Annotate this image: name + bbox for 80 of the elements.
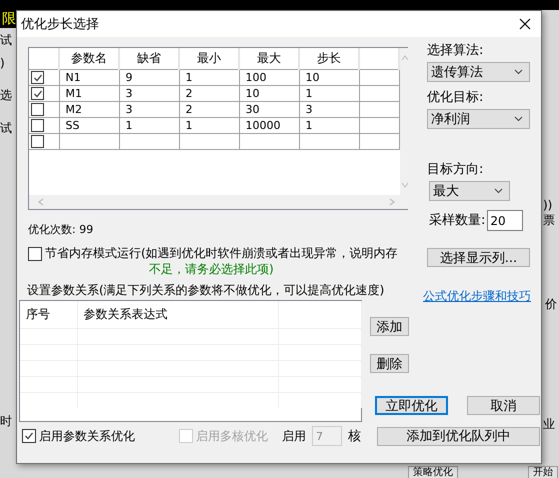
optimize-button[interactable]: 立即优化 (375, 396, 448, 415)
caret-icon (514, 69, 523, 75)
table-cell: M2 (59, 102, 119, 118)
table-cell: 10000 (239, 118, 299, 134)
select-columns-button[interactable]: 选择显示列... (427, 248, 530, 267)
table-cell: 100 (239, 70, 299, 86)
background-text: 时 (0, 414, 13, 428)
background-text: )) (543, 198, 552, 212)
scroll-up-icon (401, 54, 409, 62)
column-header[interactable]: 参数关系表达式 (77, 301, 278, 328)
caret-icon (494, 188, 503, 194)
row-checkbox[interactable] (31, 103, 44, 116)
table-cell: 2 (179, 102, 239, 118)
close-icon[interactable] (519, 18, 531, 30)
table-cell: 3 (119, 86, 179, 102)
checkbox-label: 启用多核优化 (196, 428, 268, 444)
dropdown-value: 最大 (433, 183, 459, 200)
background-text: 试 (0, 121, 13, 135)
row-checkbox[interactable] (31, 119, 44, 132)
warning-text: 不足，请务必选择此项) (149, 261, 274, 277)
field-label: 选择算法: (427, 43, 484, 58)
dropdown[interactable]: 遗传算法 (427, 62, 530, 82)
table-cell: 3 (299, 102, 359, 118)
table-cell: 1 (179, 70, 239, 86)
row-checkbox[interactable] (31, 87, 44, 100)
table-cell: 1 (119, 118, 179, 134)
window-title: 优化步长选择 (21, 16, 99, 33)
cancel-button[interactable]: 取消 (467, 396, 540, 415)
input-field[interactable]: 20 (487, 210, 524, 231)
column-header[interactable]: 步长 (299, 48, 359, 70)
field-label: 采样数量: (429, 213, 486, 228)
row-checkbox[interactable] (31, 71, 44, 84)
column-header[interactable]: 缺省 (119, 48, 179, 70)
field-label: 目标方向: (427, 162, 484, 177)
input-field: 7 (312, 426, 342, 446)
scroll-left-icon (37, 198, 45, 206)
column-header[interactable]: 序号 (20, 301, 77, 328)
table-cell: 2 (179, 86, 239, 102)
background-text: 试 (0, 33, 13, 47)
table-cell: 1 (299, 86, 359, 102)
dropdown[interactable]: 最大 (429, 181, 510, 201)
table-cell: 9 (119, 70, 179, 86)
section-caption: 设置参数关系(满足下列关系的参数将不做优化，可以提高优化速度) (27, 283, 384, 297)
checkbox-label: 节省内存模式运行(如遇到优化时软件崩溃或者出现异常，说明内存 (45, 245, 398, 261)
field-label: 优化目标: (427, 90, 484, 105)
checkbox-label: 启用参数关系优化 (39, 428, 135, 444)
help-link[interactable]: 公式优化步骤和技巧 (423, 288, 531, 305)
background-text: 选 (0, 88, 13, 102)
column-header[interactable]: 参数名 (59, 48, 119, 70)
column-header[interactable]: 最小 (179, 48, 239, 70)
caret-icon (514, 116, 523, 122)
background-text: 业 (543, 417, 555, 431)
add-button[interactable]: 添加 (370, 317, 409, 336)
column-header[interactable]: 最大 (239, 48, 299, 70)
row-checkbox[interactable] (31, 135, 44, 148)
background-text: 票 (543, 213, 555, 227)
table-cell: M1 (59, 86, 119, 102)
background-text: ) (0, 56, 6, 70)
dropdown[interactable]: 净利润 (427, 109, 530, 129)
table-cell: SS (59, 118, 119, 134)
checkbox[interactable] (22, 429, 36, 443)
table-cell: 1 (179, 118, 239, 134)
background-text: 价 (545, 297, 557, 311)
delete-button[interactable]: 删除 (370, 354, 409, 373)
table-cell: 1 (299, 118, 359, 134)
optimization-count: 优化次数: 99 (28, 222, 94, 237)
checkbox[interactable] (28, 247, 42, 261)
table-cell: 10 (239, 86, 299, 102)
field-label: 启用 (282, 428, 306, 444)
table-cell: N1 (59, 70, 119, 86)
scroll-down-icon (401, 181, 409, 189)
table-cell: 3 (119, 102, 179, 118)
table-cell: 10 (299, 70, 359, 86)
table-cell: 30 (239, 102, 299, 118)
field-label: 核 (348, 428, 361, 445)
scroll-right-icon (388, 198, 396, 206)
checkmark-icon (24, 431, 34, 441)
add-to-queue-button[interactable]: 添加到优化队列中 (377, 426, 540, 446)
dropdown-value: 遗传算法 (431, 64, 483, 81)
dropdown-value: 净利润 (431, 111, 470, 128)
